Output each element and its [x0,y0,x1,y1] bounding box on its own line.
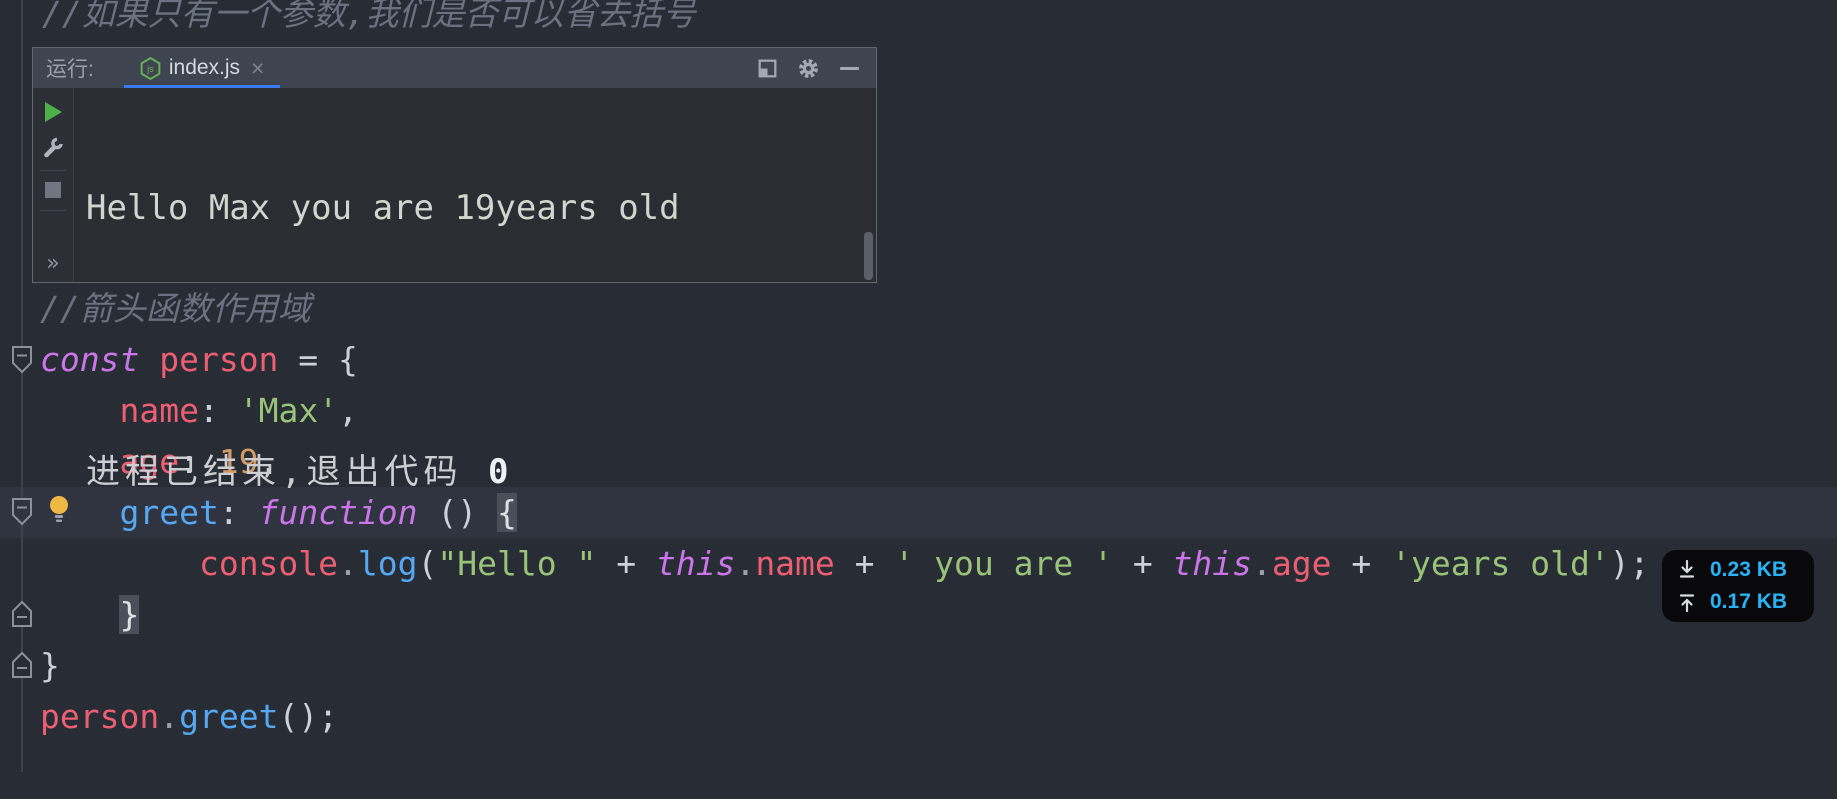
upload-speed-value: 0.17 KB [1710,590,1787,614]
run-toolbar: » [33,88,74,282]
download-speed-value: 0.23 KB [1710,558,1787,582]
minimize-icon[interactable] [840,67,859,70]
download-speed-row: 0.23 KB [1677,558,1814,582]
settings-gear-icon[interactable] [797,57,820,80]
tab-label: index.js [169,56,240,80]
run-tab-indexjs[interactable]: js index.js × [124,48,281,88]
console-line: Hello Max you are 19years old [86,186,876,230]
nodejs-icon: js [140,57,161,80]
fold-open-icon[interactable] [10,345,34,375]
upload-icon [1677,591,1697,613]
code-line[interactable]: person.greet(); [0,691,1837,742]
tab-close-icon[interactable]: × [251,57,264,80]
code-line-top-comment[interactable]: //如果只有一个参数,我们是否可以省去括号 [42,0,696,36]
console-scrollbar[interactable] [864,232,873,280]
fold-close-icon[interactable] [10,650,34,680]
stop-button[interactable] [45,182,61,198]
console-output[interactable]: Hello Max you are 19years old 进程已结束,退出代码… [74,88,876,282]
download-icon [1677,559,1697,581]
dock-window-icon[interactable] [758,59,777,78]
console-exit-line: 进程已结束,退出代码 0 [86,450,876,494]
upload-speed-row: 0.17 KB [1677,590,1814,614]
run-window-titlebar[interactable]: 运行: js index.js × [33,48,876,88]
run-window-title: 运行: [46,53,94,83]
toolbar-separator [40,170,66,171]
exit-code-value: 0 [488,452,508,492]
network-speed-widget: 0.23 KB 0.17 KB [1662,550,1814,622]
lightbulb-icon[interactable] [46,494,72,524]
fold-close-icon[interactable] [10,599,34,629]
toolbar-separator [40,210,66,211]
wrench-settings-icon[interactable] [42,135,65,158]
more-actions-icon[interactable]: » [46,251,59,276]
fold-open-icon[interactable] [10,497,34,527]
run-window-body: » Hello Max you are 19years old 进程已结束,退出… [33,88,876,282]
code-line[interactable]: } [0,640,1837,691]
rerun-button[interactable] [45,102,62,122]
svg-text:js: js [146,63,154,74]
console-blank-line [86,318,876,362]
run-tool-window: 运行: js index.js × [32,47,877,283]
